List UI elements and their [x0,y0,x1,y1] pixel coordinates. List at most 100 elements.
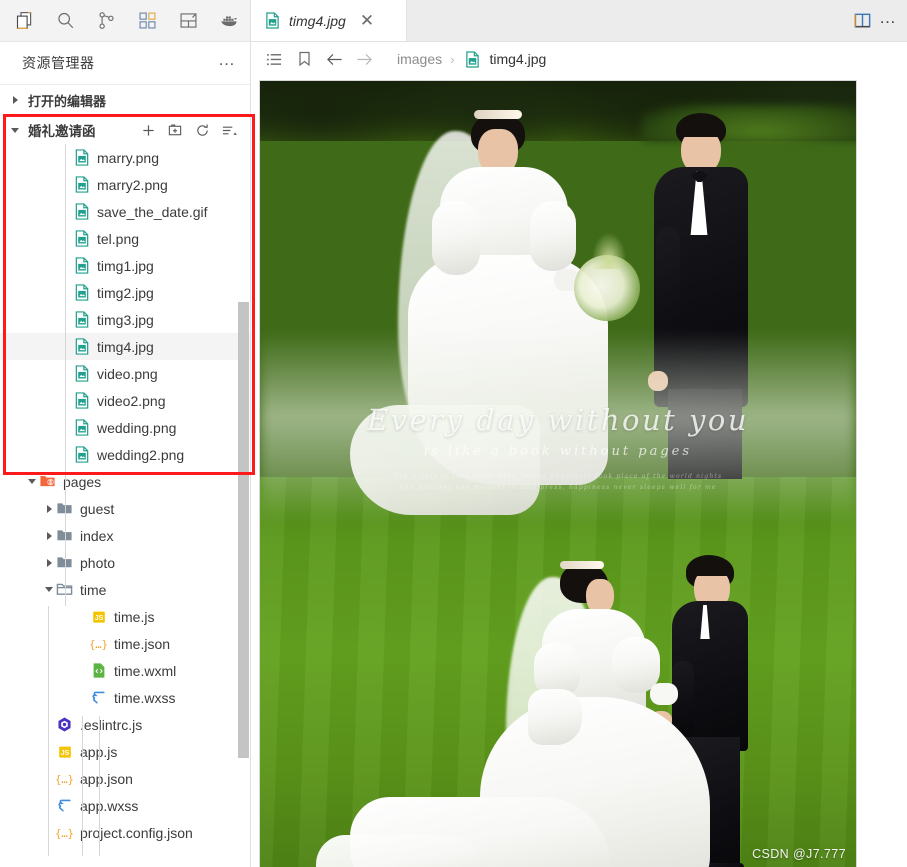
tree-item-label: photo [80,554,116,571]
image-file-icon [73,257,90,274]
wxml-file-icon [90,662,107,679]
tree-file-row[interactable]: {…} time.json [0,630,250,657]
wxss-file-icon [90,689,107,706]
svg-text:{…}: {…} [90,638,107,650]
svg-text:{…}: {…} [56,827,73,839]
tree-item-label: timg3.jpg [97,311,154,328]
tree-folder-row[interactable]: photo [0,549,250,576]
tree-item-label: .eslintrc.js [80,716,143,733]
layout-icon[interactable] [172,5,205,37]
editor-area: timg4.jpg ✕ … images › timg4.jpg Every d… [251,0,907,867]
vscode-window: 资源管理器 … 打开的编辑器 婚礼邀请函 marry.png marry2.pn… [0,0,907,867]
back-arrow-icon[interactable] [319,46,349,72]
open-editors-section[interactable]: 打开的编辑器 [0,85,250,116]
split-editor-icon[interactable] [847,6,877,36]
tree-item-label: wedding2.png [97,446,185,463]
image-preview-canvas[interactable]: Every day without you is like a book wit… [251,76,907,867]
tree-file-row[interactable]: timg4.jpg [0,333,250,360]
chevron-right-icon[interactable] [42,556,56,570]
tree-file-row[interactable]: video.png [0,360,250,387]
tree-item-label: time.wxml [114,662,177,679]
tab-timg4-jpg[interactable]: timg4.jpg ✕ [251,0,407,41]
sidebar-title: 资源管理器 [22,55,95,71]
forward-arrow-icon[interactable] [349,46,379,72]
tree-folder-row[interactable]: pages [0,468,250,495]
tree-file-row[interactable]: timg1.jpg [0,252,250,279]
tree-folder-row[interactable]: time [0,576,250,603]
image-file-icon [73,338,90,355]
docker-icon[interactable] [213,5,246,37]
breadcrumb-item-images[interactable]: images [397,51,442,67]
bride-figure-bottom [316,547,710,867]
chevron-right-icon[interactable] [8,93,22,107]
source-control-icon[interactable] [90,5,123,37]
tree-file-row[interactable]: timg3.jpg [0,306,250,333]
breadcrumb-bar: images › timg4.jpg [251,42,907,76]
sidebar-more-icon[interactable]: … [218,51,236,71]
chevron-down-icon[interactable] [8,123,22,137]
new-file-icon[interactable] [139,121,157,139]
tree-item-label: timg2.jpg [97,284,154,301]
tab-label: timg4.jpg [289,12,346,29]
close-icon[interactable]: ✕ [360,12,374,29]
image-file-icon [73,149,90,166]
breadcrumb-item-timg4-jpg[interactable]: timg4.jpg [489,51,546,67]
tree-file-row[interactable]: JS time.js [0,603,250,630]
tree-item-label: app.wxss [80,797,139,814]
tree-item-label: marry.png [97,149,159,166]
js-file-icon: JS [56,743,73,760]
search-icon[interactable] [49,5,82,37]
json-file-icon: {…} [90,635,107,652]
sidebar-scrollbar[interactable] [238,302,249,758]
tree-file-row[interactable]: app.wxss [0,792,250,819]
tree-file-row[interactable]: marry2.png [0,171,250,198]
tree-file-row[interactable]: timg2.jpg [0,279,250,306]
tree-item-label: guest [80,500,115,517]
breadcrumb: images › timg4.jpg [397,50,546,68]
collapse-all-icon[interactable] [220,121,238,139]
image-preview[interactable]: Every day without you is like a book wit… [259,80,857,867]
tree-folder-row[interactable]: guest [0,495,250,522]
extensions-icon[interactable] [131,5,164,37]
file-tree-container[interactable]: marry.png marry2.png save_the_date.gif tel.… [0,144,250,867]
chevron-right-icon[interactable] [42,529,56,543]
tree-file-row[interactable]: time.wxml [0,657,250,684]
svg-text:JS: JS [94,615,103,622]
tree-file-row[interactable]: {…} project.config.json [0,819,250,846]
tree-item-label: marry2.png [97,176,168,193]
image-file-icon [73,176,90,193]
tree-file-row[interactable]: marry.png [0,144,250,171]
tree-file-row[interactable]: wedding2.png [0,441,250,468]
tree-file-row[interactable]: time.wxss [0,684,250,711]
tree-file-row[interactable]: JSapp.js [0,738,250,765]
chevron-right-icon[interactable] [42,502,56,516]
refresh-icon[interactable] [193,121,211,139]
project-header[interactable]: 婚礼邀请函 [0,116,250,144]
tree-file-row[interactable]: wedding.png [0,414,250,441]
tree-file-row[interactable]: save_the_date.gif [0,198,250,225]
tree-file-row[interactable]: tel.png [0,225,250,252]
more-actions-icon[interactable]: … [879,9,901,28]
tree-item-label: pages [63,473,102,490]
haze-overlay [260,331,856,521]
tree-folder-row[interactable]: index [0,522,250,549]
sidebar: 资源管理器 … 打开的编辑器 婚礼邀请函 marry.png marry2.pn… [0,0,255,867]
new-folder-icon[interactable] [166,121,184,139]
indent-guide [99,716,100,856]
tree-item-label: app.json [80,770,133,787]
indent-guide [48,606,49,856]
tree-item-label: time.json [114,635,171,652]
explorer-icon[interactable] [8,5,41,37]
chevron-down-icon[interactable] [25,475,39,489]
chevron-down-icon[interactable] [42,583,56,597]
tree-file-row[interactable]: video2.png [0,387,250,414]
bookmark-icon[interactable] [289,46,319,72]
tree-file-row[interactable]: {…} app.json [0,765,250,792]
tree-file-row[interactable]: .eslintrc.js [0,711,250,738]
outline-icon[interactable] [259,46,289,72]
